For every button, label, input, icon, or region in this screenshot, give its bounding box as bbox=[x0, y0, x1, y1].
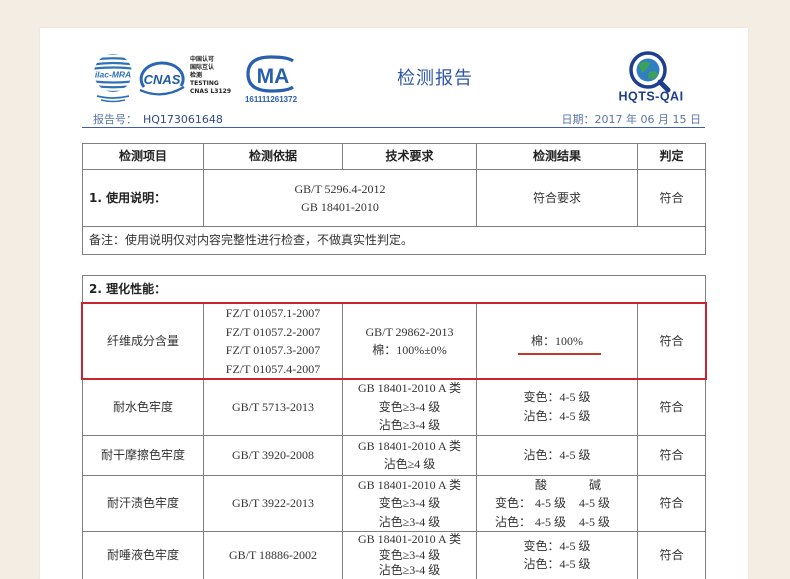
cnas-caption-line: CNAS L3129 bbox=[190, 88, 232, 95]
alkali-header: 碱 bbox=[589, 477, 602, 492]
table-row-water-fastness: 耐水色牢度 GB/T 5713-2013 GB 18401-2010 A 类 变… bbox=[82, 378, 707, 436]
item-cell: 耐唾液色牢度 bbox=[82, 531, 204, 579]
requirement-cell: GB 18401-2010 A 类 变色≥3-4 级 沾色≥3-4 级 bbox=[342, 531, 477, 579]
verdict-cell: 符合 bbox=[637, 169, 706, 227]
basis-line: GB/T 3920-2008 bbox=[231, 447, 315, 462]
report-title: 检测报告 bbox=[397, 68, 473, 89]
ilac-mra-logo-icon: ilac-MRA bbox=[91, 54, 135, 103]
acid-header: 酸 bbox=[535, 477, 548, 492]
column-header-result: 检测结果 bbox=[476, 143, 638, 170]
result-line: 沾色：4-5 级 bbox=[523, 447, 591, 462]
basis-line: GB/T 5713-2013 bbox=[231, 399, 315, 414]
cma-logo-icon: MA bbox=[246, 55, 294, 93]
alkali-value: 4-5 级 bbox=[579, 514, 610, 529]
result-line: 变色：4-5 级 bbox=[523, 538, 591, 553]
header-divider bbox=[82, 127, 705, 128]
basis-line: GB 18401-2010 bbox=[301, 200, 379, 214]
result-cell: 变色：4-5 级 沾色：4-5 级 bbox=[476, 531, 638, 579]
acid-alkali-result-grid: 酸 碱 变色： 4-5 级 4-5 级 沾色： 4-5 级 4-5 级 bbox=[495, 476, 619, 532]
section-header-row: 2. 理化性能： bbox=[81, 275, 707, 304]
requirement-line: 沾色≥3-4 级 bbox=[378, 514, 441, 529]
column-header-verdict: 判定 bbox=[637, 143, 706, 170]
basis-cell: GB/T 3922-2013 bbox=[203, 474, 343, 532]
result-line: 沾色：4-5 级 bbox=[523, 557, 591, 572]
requirement-cell: GB 18401-2010 A 类 变色≥3-4 级 沾色≥3-4 级 bbox=[342, 378, 477, 436]
requirement-line: GB 18401-2010 A 类 bbox=[357, 532, 461, 546]
basis-cell: GB/T 5296.4-2012 GB 18401-2010 bbox=[203, 169, 477, 227]
table-row-perspiration-fastness: 耐汗渍色牢度 GB/T 3922-2013 GB 18401-2010 A 类 … bbox=[82, 474, 707, 532]
cnas-logo-icon: CNAS bbox=[139, 61, 185, 96]
requirement-line: 沾色≥3-4 级 bbox=[378, 418, 441, 432]
requirement-line: 沾色≥4 级 bbox=[383, 457, 436, 471]
hqts-qai-logo-icon: HQTS-QAI bbox=[618, 51, 683, 104]
remark-cell: 备注：使用说明仅对内容完整性进行检查，不做真实性判定。 bbox=[82, 226, 706, 255]
basis-cell: GB/T 3920-2008 bbox=[203, 434, 343, 476]
column-header-item: 检测项目 bbox=[82, 143, 204, 170]
result-cell: 酸 碱 变色： 4-5 级 4-5 级 沾色： 4-5 级 4-5 级 bbox=[476, 474, 638, 532]
report-date: 日期：2017 年 06 月 15 日 bbox=[561, 113, 701, 126]
cnas-accreditation-caption: 中国认可 国际互认 检测 TESTING CNAS L3129 bbox=[190, 56, 232, 96]
result-cell: 符合要求 bbox=[476, 169, 638, 227]
verdict-cell: 符合 bbox=[636, 434, 707, 476]
table-row-usage-instructions: 1. 使用说明： GB/T 5296.4-2012 GB 18401-2010 … bbox=[82, 169, 706, 227]
column-header-requirement: 技术要求 bbox=[342, 143, 477, 170]
basis-cell: GB/T 5713-2013 bbox=[203, 378, 343, 436]
item-cell: 耐干摩擦色牢度 bbox=[82, 434, 204, 476]
grid-row-label: 沾色： bbox=[495, 514, 532, 529]
item-cell: 耐水色牢度 bbox=[82, 378, 204, 436]
alkali-value: 4-5 级 bbox=[579, 496, 610, 510]
table-header-row: 检测项目 检测依据 技术要求 检测结果 判定 bbox=[82, 143, 706, 170]
column-header-basis: 检测依据 bbox=[203, 143, 343, 170]
basis-line: GB/T 5296.4-2012 bbox=[294, 181, 386, 196]
result-line: 变色：4-5 级 bbox=[523, 390, 591, 405]
verdict-cell: 符合 bbox=[636, 474, 707, 532]
requirement-line: GB 18401-2010 A 类 bbox=[357, 438, 461, 453]
grid-corner bbox=[495, 476, 535, 495]
item-cell: 1. 使用说明： bbox=[82, 169, 204, 227]
result-underline-mark bbox=[518, 353, 601, 355]
verdict-cell: 符合 bbox=[636, 378, 707, 436]
acid-value: 4-5 级 bbox=[535, 514, 566, 529]
result-line: 沾色：4-5 级 bbox=[523, 408, 591, 423]
section-title: 2. 理化性能： bbox=[81, 275, 707, 304]
requirement-line: 变色≥3-4 级 bbox=[378, 399, 441, 414]
requirement-line: 变色≥3-4 级 bbox=[378, 547, 441, 562]
verdict-cell: 符合 bbox=[636, 531, 707, 579]
highlight-box-fiber-row bbox=[81, 302, 707, 380]
cnas-logo-text: CNAS bbox=[144, 72, 181, 87]
acid-value: 4-5 级 bbox=[535, 496, 566, 510]
table-row-remark: 备注：使用说明仅对内容完整性进行检查，不做真实性判定。 bbox=[82, 226, 706, 255]
requirement-line: GB 18401-2010 A 类 bbox=[357, 477, 461, 492]
ilac-logo-text: ilac-MRA bbox=[95, 70, 131, 80]
result-cell: 沾色：4-5 级 bbox=[476, 434, 638, 476]
cnas-caption-line: TESTING bbox=[190, 80, 219, 87]
report-number-label: 报告号： bbox=[93, 113, 137, 126]
requirement-cell: GB 18401-2010 A 类 沾色≥4 级 bbox=[342, 434, 477, 476]
requirement-line: GB 18401-2010 A 类 bbox=[357, 381, 461, 395]
requirement-line: 变色≥3-4 级 bbox=[378, 496, 441, 510]
cma-logo-text: MA bbox=[257, 65, 290, 88]
cnas-caption-line: 国际互认 bbox=[190, 64, 215, 71]
cnas-caption-line: 检测 bbox=[190, 72, 203, 79]
cnas-caption-line: 中国认可 bbox=[190, 56, 215, 63]
report-number: HQ173061648 bbox=[143, 113, 223, 126]
hqts-logo-text: HQTS-QAI bbox=[618, 90, 683, 104]
cma-certificate-number: 161111261372 bbox=[244, 95, 298, 104]
table-row-saliva-fastness: 耐唾液色牢度 GB/T 18886-2002 GB 18401-2010 A 类… bbox=[82, 531, 707, 579]
requirement-line: 沾色≥3-4 级 bbox=[378, 563, 441, 577]
table-row-dry-rubbing-fastness: 耐干摩擦色牢度 GB/T 3920-2008 GB 18401-2010 A 类… bbox=[82, 434, 707, 476]
requirement-cell: GB 18401-2010 A 类 变色≥3-4 级 沾色≥3-4 级 bbox=[342, 474, 477, 532]
grid-row-label: 变色： bbox=[495, 496, 532, 510]
item-cell: 耐汗渍色牢度 bbox=[82, 474, 204, 532]
basis-line: GB/T 3922-2013 bbox=[231, 496, 315, 510]
basis-line: GB/T 18886-2002 bbox=[228, 548, 318, 562]
basis-cell: GB/T 18886-2002 bbox=[203, 531, 343, 579]
result-cell: 变色：4-5 级 沾色：4-5 级 bbox=[476, 378, 638, 436]
usage-instructions-table: 检测项目 检测依据 技术要求 检测结果 判定 1. 使用说明： GB/T 529… bbox=[82, 143, 706, 255]
